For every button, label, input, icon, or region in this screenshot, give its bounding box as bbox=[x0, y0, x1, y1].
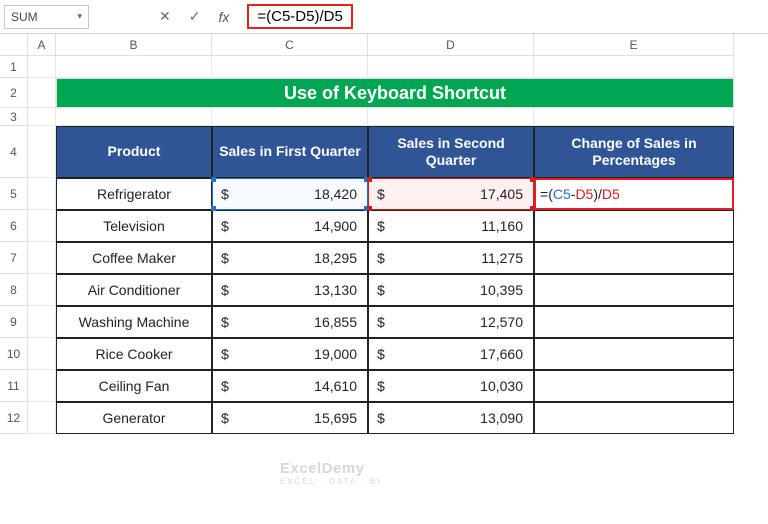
table-cell[interactable]: $10,395 bbox=[368, 274, 534, 306]
formula-bar: SUM ▾ ✕ ✓ fx =(C5-D5)/D5 bbox=[0, 0, 768, 34]
cell-e5-editing[interactable]: =(C5-D5)/D5 bbox=[534, 178, 734, 210]
watermark: ExcelDemy EXCEL · DATA · BI bbox=[280, 460, 381, 486]
formula-bar-icons: ✕ ✓ fx bbox=[159, 8, 229, 25]
name-box[interactable]: SUM ▾ bbox=[4, 5, 89, 29]
cell[interactable] bbox=[28, 210, 56, 242]
cell[interactable] bbox=[28, 78, 56, 108]
cell[interactable] bbox=[368, 108, 534, 126]
name-box-dropdown-icon[interactable]: ▾ bbox=[77, 11, 82, 22]
table-cell-product[interactable]: Refrigerator bbox=[56, 178, 212, 210]
table-cell[interactable] bbox=[534, 306, 734, 338]
table-cell-product[interactable]: Television bbox=[56, 210, 212, 242]
cell[interactable] bbox=[368, 56, 534, 78]
table-cell[interactable]: $19,000 bbox=[212, 338, 368, 370]
cell[interactable] bbox=[28, 126, 56, 178]
col-header-e[interactable]: E bbox=[534, 34, 734, 56]
table-cell[interactable]: $18,295 bbox=[212, 242, 368, 274]
table-header-change[interactable]: Change of Sales in Percentages bbox=[534, 126, 734, 178]
cell[interactable] bbox=[28, 370, 56, 402]
worksheet-grid[interactable]: A B C D E 1 2 3 4 5 6 7 8 9 10 11 12 Use… bbox=[0, 34, 768, 434]
table-cell[interactable] bbox=[534, 274, 734, 306]
cell[interactable] bbox=[212, 56, 368, 78]
table-cell[interactable]: $15,695 bbox=[212, 402, 368, 434]
row-header[interactable]: 1 bbox=[0, 56, 28, 78]
row-header[interactable]: 3 bbox=[0, 108, 28, 126]
table-cell[interactable] bbox=[534, 370, 734, 402]
table-cell[interactable]: $10,030 bbox=[368, 370, 534, 402]
table-cell[interactable]: $11,275 bbox=[368, 242, 534, 274]
table-cell[interactable] bbox=[534, 210, 734, 242]
table-header-q1[interactable]: Sales in First Quarter bbox=[212, 126, 368, 178]
cell[interactable] bbox=[28, 274, 56, 306]
cell-c5[interactable]: $ 18,420 bbox=[212, 178, 368, 210]
table-cell[interactable]: $11,160 bbox=[368, 210, 534, 242]
row-header[interactable]: 6 bbox=[0, 210, 28, 242]
table-cell[interactable]: $16,855 bbox=[212, 306, 368, 338]
cell[interactable] bbox=[28, 178, 56, 210]
col-header-d[interactable]: D bbox=[368, 34, 534, 56]
table-cell[interactable]: $14,610 bbox=[212, 370, 368, 402]
cell-d5[interactable]: $ 17,405 bbox=[368, 178, 534, 210]
table-cell[interactable] bbox=[534, 402, 734, 434]
currency-symbol: $ bbox=[377, 186, 385, 202]
cell[interactable] bbox=[534, 56, 734, 78]
table-cell-product[interactable]: Coffee Maker bbox=[56, 242, 212, 274]
cell[interactable] bbox=[28, 242, 56, 274]
select-all-corner[interactable] bbox=[0, 34, 28, 56]
col-header-a[interactable]: A bbox=[28, 34, 56, 56]
table-cell-product[interactable]: Air Conditioner bbox=[56, 274, 212, 306]
row-header[interactable]: 12 bbox=[0, 402, 28, 434]
table-cell[interactable] bbox=[534, 338, 734, 370]
table-cell[interactable]: $17,660 bbox=[368, 338, 534, 370]
table-cell[interactable]: $13,090 bbox=[368, 402, 534, 434]
fx-icon[interactable]: fx bbox=[218, 9, 229, 25]
formula-input[interactable]: =(C5-D5)/D5 bbox=[247, 4, 352, 29]
cancel-icon[interactable]: ✕ bbox=[159, 8, 171, 25]
row-header[interactable]: 4 bbox=[0, 126, 28, 178]
enter-icon[interactable]: ✓ bbox=[189, 8, 201, 25]
table-cell[interactable] bbox=[534, 242, 734, 274]
cell[interactable] bbox=[212, 108, 368, 126]
cell[interactable] bbox=[28, 56, 56, 78]
cell[interactable] bbox=[28, 338, 56, 370]
table-cell[interactable]: $13,130 bbox=[212, 274, 368, 306]
cell[interactable] bbox=[28, 306, 56, 338]
cell-value: 17,405 bbox=[480, 186, 523, 202]
table-cell-product[interactable]: Generator bbox=[56, 402, 212, 434]
table-cell-product[interactable]: Washing Machine bbox=[56, 306, 212, 338]
table-cell[interactable]: $12,570 bbox=[368, 306, 534, 338]
row-header[interactable]: 5 bbox=[0, 178, 28, 210]
table-cell-product[interactable]: Rice Cooker bbox=[56, 338, 212, 370]
table-header-q2[interactable]: Sales in Second Quarter bbox=[368, 126, 534, 178]
cell[interactable] bbox=[28, 402, 56, 434]
row-header[interactable]: 2 bbox=[0, 78, 28, 108]
cell[interactable] bbox=[534, 108, 734, 126]
row-header[interactable]: 7 bbox=[0, 242, 28, 274]
table-cell-product[interactable]: Ceiling Fan bbox=[56, 370, 212, 402]
cell-value: 18,420 bbox=[314, 186, 357, 202]
table-cell[interactable]: $14,900 bbox=[212, 210, 368, 242]
currency-symbol: $ bbox=[221, 186, 229, 202]
row-header[interactable]: 9 bbox=[0, 306, 28, 338]
title-cell[interactable]: Use of Keyboard Shortcut bbox=[56, 78, 734, 108]
row-header[interactable]: 11 bbox=[0, 370, 28, 402]
cell[interactable] bbox=[56, 56, 212, 78]
row-header[interactable]: 8 bbox=[0, 274, 28, 306]
col-header-c[interactable]: C bbox=[212, 34, 368, 56]
col-header-b[interactable]: B bbox=[56, 34, 212, 56]
row-header[interactable]: 10 bbox=[0, 338, 28, 370]
cell[interactable] bbox=[56, 108, 212, 126]
cell[interactable] bbox=[28, 108, 56, 126]
table-header-product[interactable]: Product bbox=[56, 126, 212, 178]
name-box-value: SUM bbox=[11, 10, 38, 24]
